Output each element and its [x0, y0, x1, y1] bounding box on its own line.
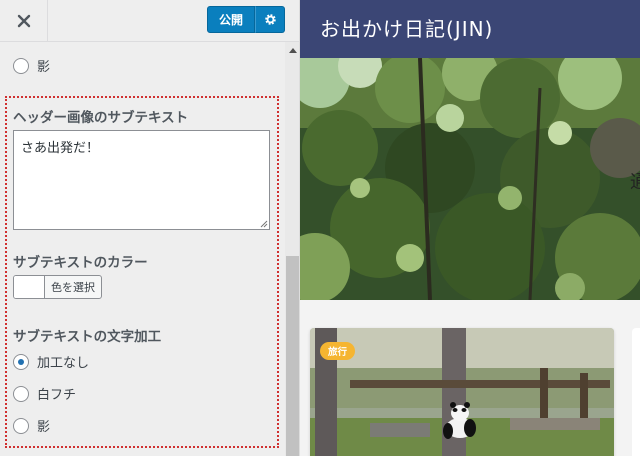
customizer-topbar: 公開	[0, 0, 299, 42]
foliage-image	[300, 58, 640, 300]
radio-button[interactable]	[13, 57, 29, 74]
scroll-up-button[interactable]	[285, 42, 299, 57]
gear-icon	[264, 14, 276, 25]
effect-option-white-outline[interactable]: 白フチ	[13, 384, 76, 403]
radio-button[interactable]	[13, 385, 29, 402]
site-header: お出かけ日記(JIN)	[300, 0, 640, 58]
color-picker-label: 色を選択	[51, 281, 95, 294]
resize-grip-icon[interactable]	[260, 220, 268, 228]
panel-scrollbar[interactable]	[285, 42, 299, 456]
radio-button-checked[interactable]	[13, 353, 29, 370]
shadow-option-prev[interactable]: 影	[13, 56, 50, 75]
publish-settings-button[interactable]	[255, 6, 285, 33]
post-card-next[interactable]	[632, 328, 640, 456]
subtext-value: さあ出発だ！	[21, 141, 100, 156]
color-swatch[interactable]	[14, 276, 45, 298]
scroll-thumb[interactable]	[286, 256, 299, 456]
arrow-up-icon	[288, 47, 297, 53]
radio-label: 加工なし	[37, 356, 90, 371]
customizer-panel: 公開 影 ヘッダー画像のサブテキスト さあ出発だ！ サブテキストのカラー 色を選…	[0, 0, 300, 456]
radio-label: 白フチ	[37, 388, 77, 403]
header-image: 通	[300, 58, 640, 300]
close-button[interactable]	[0, 0, 48, 42]
panda-thumbnail	[310, 328, 614, 456]
radio-label: 影	[37, 60, 51, 75]
radio-button[interactable]	[13, 417, 29, 434]
site-title[interactable]: お出かけ日記(JIN)	[320, 13, 493, 42]
subtext-textarea[interactable]: さあ出発だ！	[13, 130, 270, 230]
color-section-title: サブテキストのカラー	[13, 255, 148, 271]
hero-subtext-partial: 通	[630, 172, 640, 193]
color-picker-button[interactable]: 色を選択	[13, 275, 102, 299]
subtext-section-title: ヘッダー画像のサブテキスト	[13, 110, 189, 126]
post-card[interactable]: 旅行	[310, 328, 614, 456]
effect-section-title: サブテキストの文字加工	[13, 329, 162, 345]
site-preview: お出かけ日記(JIN) 通 旅行	[300, 0, 640, 456]
effect-option-none[interactable]: 加工なし	[13, 352, 89, 371]
close-icon	[17, 14, 30, 28]
publish-button[interactable]: 公開	[207, 6, 255, 33]
radio-label: 影	[37, 420, 51, 435]
category-badge[interactable]: 旅行	[320, 342, 356, 360]
effect-option-shadow[interactable]: 影	[13, 416, 50, 435]
